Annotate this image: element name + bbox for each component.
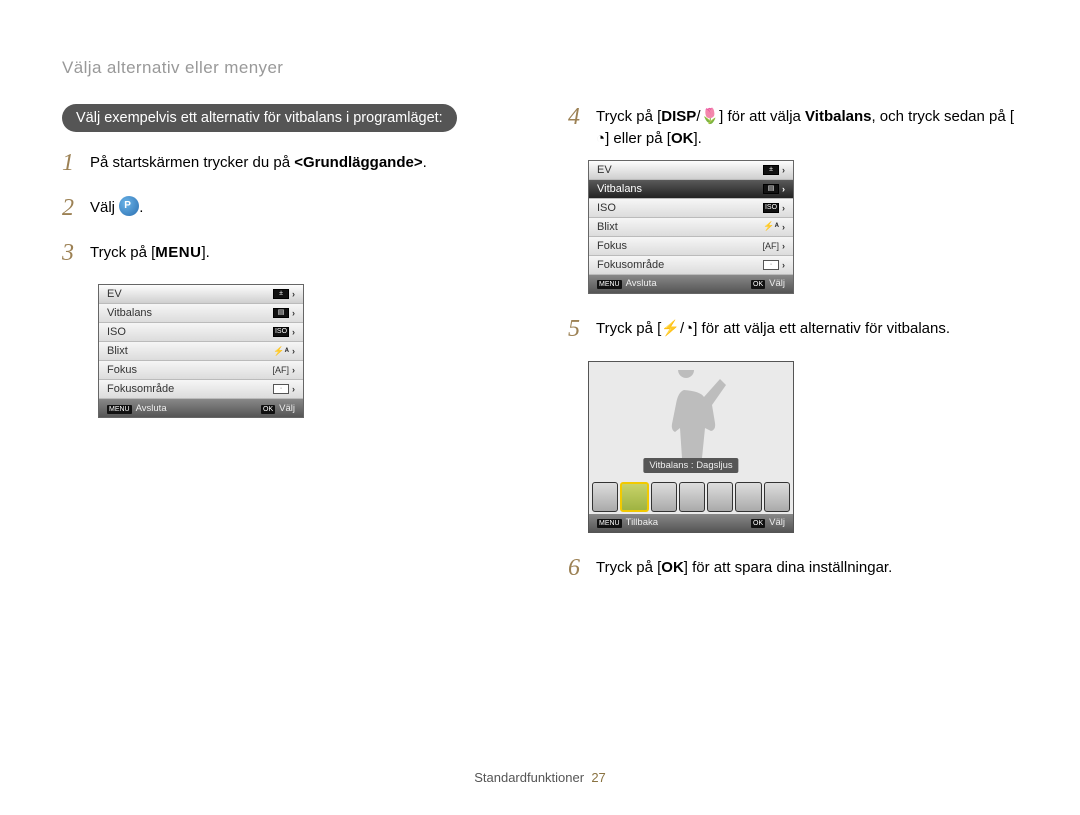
wb-option — [679, 482, 705, 512]
step-number: 4 — [568, 100, 586, 135]
list-item: Fokusområde·› — [589, 256, 793, 275]
list-item: Fokusområde·› — [99, 380, 303, 399]
step-number: 6 — [568, 551, 586, 586]
menu-button-icon: MENU — [597, 519, 622, 528]
example-pill: Välj exempelvis ett alternativ för vitba… — [62, 104, 457, 132]
wb-option — [707, 482, 733, 512]
list-item: EV±› — [99, 285, 303, 304]
timer-icon: ◔ — [596, 128, 605, 150]
ok-button-icon: OK — [261, 405, 275, 414]
wb-footer: MENUTillbaka OKVälj — [589, 514, 793, 532]
wb-option — [735, 482, 761, 512]
list-item-selected: Vitbalans▤› — [589, 180, 793, 199]
ok-button-label: OK — [671, 130, 694, 147]
wb-preview-screenshot: Vitbalans : Dagsljus MENUTillbaka OKVälj — [588, 361, 794, 533]
silhouette-icon — [646, 370, 736, 468]
step-number: 2 — [62, 191, 80, 226]
ok-button-icon: OK — [751, 280, 765, 289]
menu-button-icon: MENU — [597, 280, 622, 289]
ok-button-label: OK — [661, 559, 684, 576]
disp-button-label: DISP — [661, 108, 696, 125]
menu-button-icon: MENU — [107, 405, 132, 414]
program-mode-icon — [119, 196, 139, 216]
list-item: ISOISO› — [589, 199, 793, 218]
list-item: Blixt⚡ᴬ› — [589, 218, 793, 237]
menu-screenshot-step4: EV±› Vitbalans▤› ISOISO› Blixt⚡ᴬ› Fokus[… — [588, 160, 794, 294]
list-item: Fokus[AF]› — [589, 237, 793, 256]
list-item: ISOISO› — [99, 323, 303, 342]
wb-option-strip — [592, 482, 790, 512]
wb-option — [651, 482, 677, 512]
ok-button-icon: OK — [751, 519, 765, 528]
page-footer: Standardfunktioner 27 — [0, 770, 1080, 785]
page-title: Välja alternativ eller menyer — [62, 58, 1018, 78]
step-2-text: Välj . — [90, 195, 512, 219]
wb-value-label: Vitbalans : Dagsljus — [643, 458, 738, 473]
list-item: Fokus[AF]› — [99, 361, 303, 380]
menu-screenshot-step3: EV±› Vitbalans▤› ISOISO› Blixt⚡ᴬ› Fokus[… — [98, 284, 304, 418]
wb-option-selected — [620, 482, 648, 512]
step-3-text: Tryck på [MENU]. — [90, 240, 512, 264]
list-item: Blixt⚡ᴬ› — [99, 342, 303, 361]
menu-footer: MENUAvsluta OKVälj — [589, 275, 793, 293]
wb-option — [592, 482, 618, 512]
list-item: Vitbalans▤› — [99, 304, 303, 323]
flash-icon: ⚡ — [661, 318, 680, 340]
macro-icon: 🌷 — [700, 106, 719, 128]
step-4-text: Tryck på [DISP/🌷] för att välja Vitbalan… — [596, 104, 1018, 150]
menu-footer: MENUAvsluta OKVälj — [99, 399, 303, 417]
step-6-text: Tryck på [OK] för att spara dina inställ… — [596, 555, 1018, 579]
list-item: EV±› — [589, 161, 793, 180]
step-number: 5 — [568, 312, 586, 347]
step-1-text: På startskärmen trycker du på <Grundlägg… — [90, 150, 512, 174]
step-number: 3 — [62, 236, 80, 271]
step-5-text: Tryck på [⚡/◔] för att välja ett alterna… — [596, 316, 1018, 340]
step-number: 1 — [62, 146, 80, 181]
timer-icon: ◔ — [684, 318, 693, 340]
wb-option — [764, 482, 790, 512]
menu-button-label: MENU — [155, 244, 201, 261]
